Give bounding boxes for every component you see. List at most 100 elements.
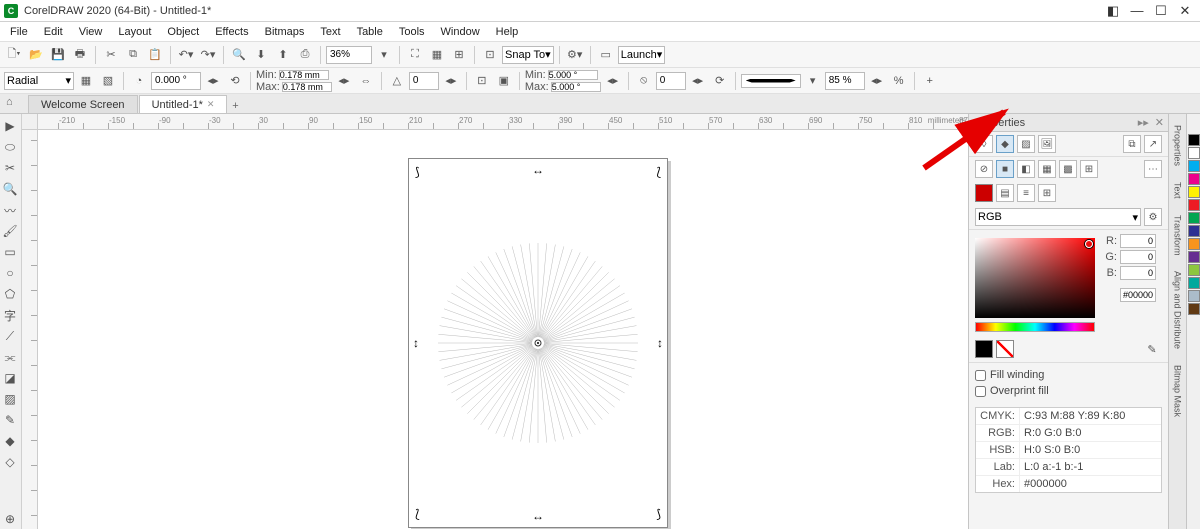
home-tab-icon[interactable]: ⌂ bbox=[6, 96, 22, 112]
transparency-tool[interactable]: ▨ bbox=[0, 389, 20, 409]
palette-color[interactable] bbox=[1188, 134, 1200, 146]
panel-close-icon[interactable]: ✕ bbox=[1155, 116, 1164, 129]
outline-swatch[interactable] bbox=[996, 340, 1014, 358]
toolbox-plus[interactable]: ⊕ bbox=[0, 509, 20, 529]
b-field[interactable] bbox=[1120, 266, 1156, 280]
notify-icon[interactable]: ◧ bbox=[1102, 2, 1124, 20]
publish-button[interactable]: ⎙ bbox=[295, 45, 315, 65]
color-model-dropdown[interactable]: RGB▾ bbox=[975, 208, 1141, 226]
shape-tool[interactable]: ⬭ bbox=[0, 137, 20, 157]
menu-object[interactable]: Object bbox=[159, 24, 207, 40]
crop-tool[interactable]: ✂ bbox=[0, 158, 20, 178]
opacity-field[interactable] bbox=[825, 72, 865, 90]
detach-icon[interactable]: ⧉ bbox=[1123, 135, 1141, 153]
dock-properties[interactable]: Properties bbox=[1170, 118, 1186, 173]
outline-tab-icon[interactable]: ◊ bbox=[975, 135, 993, 153]
pick-tool[interactable]: ▶ bbox=[0, 116, 20, 136]
menu-window[interactable]: Window bbox=[433, 24, 488, 40]
tab-close-icon[interactable]: ✕ bbox=[207, 99, 215, 110]
artistic-media-tool[interactable]: 🖌 bbox=[0, 221, 20, 241]
expand-icon[interactable]: ↗ bbox=[1144, 135, 1162, 153]
options-button[interactable]: ⚙▾ bbox=[565, 45, 585, 65]
launch-dropdown[interactable]: Launch ▾ bbox=[618, 46, 666, 64]
tab-untitled-1[interactable]: Untitled-1*✕ bbox=[139, 95, 228, 113]
fill-swatch[interactable] bbox=[975, 340, 993, 358]
text-tool[interactable]: 字 bbox=[0, 305, 20, 325]
angle-field[interactable] bbox=[151, 72, 201, 90]
preset-grid-icon[interactable]: ▦ bbox=[76, 71, 96, 91]
export-button[interactable]: ⬆ bbox=[273, 45, 293, 65]
texture-fill-icon[interactable]: ▩ bbox=[1059, 160, 1077, 178]
current-color-swatch[interactable] bbox=[975, 184, 993, 202]
color-field[interactable] bbox=[975, 238, 1095, 318]
menu-layout[interactable]: Layout bbox=[110, 24, 159, 40]
palette-color[interactable] bbox=[1188, 303, 1200, 315]
save-button[interactable]: 💾 bbox=[48, 45, 68, 65]
tab-welcome[interactable]: Welcome Screen bbox=[28, 95, 138, 113]
palette-color[interactable] bbox=[1188, 277, 1200, 289]
copy-button[interactable]: ⧉ bbox=[123, 45, 143, 65]
palette-color[interactable] bbox=[1188, 264, 1200, 276]
palette-color[interactable] bbox=[1188, 290, 1200, 302]
undo-button[interactable]: ↶▾ bbox=[176, 45, 196, 65]
transparency-tab-icon[interactable]: ▨ bbox=[1017, 135, 1035, 153]
redo-button[interactable]: ↷▾ bbox=[198, 45, 218, 65]
skew-handle-r[interactable]: ↕ bbox=[657, 336, 663, 350]
canvas-area[interactable]: millimeters -210-150-90-3030901502102703… bbox=[22, 114, 968, 529]
r-field[interactable] bbox=[1120, 234, 1156, 248]
fountain-fill-icon[interactable]: ◧ bbox=[1017, 160, 1035, 178]
close-button[interactable]: ✕ bbox=[1174, 2, 1196, 20]
import-button[interactable]: ⬇ bbox=[251, 45, 271, 65]
ruler-origin[interactable] bbox=[22, 114, 38, 130]
rotate-handle-br[interactable]: ⟆ bbox=[656, 507, 661, 521]
no-fill-icon[interactable]: ⊘ bbox=[975, 160, 993, 178]
palette-color[interactable] bbox=[1188, 251, 1200, 263]
preview-toggle[interactable]: ⊡ bbox=[472, 71, 492, 91]
opacity-unit-icon[interactable]: % bbox=[889, 71, 909, 91]
eyedropper-icon[interactable]: ✎ bbox=[1142, 339, 1162, 359]
menu-file[interactable]: File bbox=[2, 24, 36, 40]
angle-spinner[interactable]: ◂▸ bbox=[203, 71, 223, 91]
fill-tab-icon[interactable]: ◆ bbox=[996, 135, 1014, 153]
fill-tool[interactable]: ◆ bbox=[0, 431, 20, 451]
rotate-handle-bl[interactable]: ⟅ bbox=[415, 507, 420, 521]
guides-button[interactable]: ⊞ bbox=[449, 45, 469, 65]
parallel-dimension-tool[interactable]: ⟋ bbox=[0, 326, 20, 346]
bitmap-tab-icon[interactable]: 🖼 bbox=[1038, 135, 1056, 153]
outline-tool[interactable]: ◇ bbox=[0, 452, 20, 472]
paste-button[interactable]: 📋 bbox=[145, 45, 165, 65]
palette-color[interactable] bbox=[1188, 186, 1200, 198]
rectangle-tool[interactable]: ▭ bbox=[0, 242, 20, 262]
color-viewer-icon[interactable]: ▤ bbox=[996, 184, 1014, 202]
color-slider-icon[interactable]: ≡ bbox=[1017, 184, 1035, 202]
menu-help[interactable]: Help bbox=[488, 24, 527, 40]
launch-icon[interactable]: ▭ bbox=[596, 45, 616, 65]
freehand-tool[interactable]: 〰 bbox=[0, 200, 20, 220]
new-tab-button[interactable]: + bbox=[228, 99, 242, 113]
skew-handle-t[interactable]: ↔ bbox=[532, 163, 544, 177]
page-1[interactable]: ⟆ ⟅ ⟅ ⟆ ↔ ↔ ↕ ↕ bbox=[408, 158, 668, 528]
search-button[interactable]: 🔍 bbox=[229, 45, 249, 65]
hex-field[interactable] bbox=[1120, 288, 1156, 302]
palette-color[interactable] bbox=[1188, 225, 1200, 237]
palette-color[interactable] bbox=[1188, 212, 1200, 224]
ang-max-field[interactable] bbox=[551, 82, 601, 92]
menu-table[interactable]: Table bbox=[349, 24, 391, 40]
eyedropper-tool[interactable]: ✎ bbox=[0, 410, 20, 430]
drop-shadow-tool[interactable]: ◪ bbox=[0, 368, 20, 388]
zoom-field[interactable] bbox=[326, 46, 372, 64]
tilt-lock-icon[interactable]: ⟳ bbox=[710, 71, 730, 91]
menu-tools[interactable]: Tools bbox=[391, 24, 433, 40]
angle-unit-icon[interactable]: ⟲ bbox=[225, 71, 245, 91]
color-palette-icon[interactable]: ⊞ bbox=[1038, 184, 1056, 202]
fill-winding-check[interactable]: Fill winding bbox=[975, 367, 1162, 383]
skew-handle-b[interactable]: ↔ bbox=[532, 509, 544, 523]
palette-color[interactable] bbox=[1188, 160, 1200, 172]
open-button[interactable]: 📂 bbox=[26, 45, 46, 65]
palette-color[interactable] bbox=[1188, 199, 1200, 211]
stroke-preview[interactable] bbox=[741, 74, 801, 88]
overprint-check[interactable]: Overprint fill bbox=[975, 383, 1162, 399]
polygon-tool[interactable]: ⬠ bbox=[0, 284, 20, 304]
skew-handle-l[interactable]: ↕ bbox=[413, 336, 419, 350]
bounds-toggle[interactable]: ▣ bbox=[494, 71, 514, 91]
